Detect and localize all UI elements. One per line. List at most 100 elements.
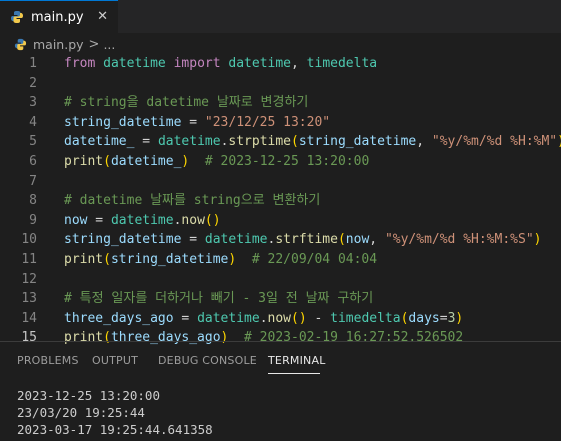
tab-main-py[interactable]: main.py ✕ [0, 0, 118, 33]
code-line[interactable]: 11 print(string_datetime) # 22/09/04 04:0… [0, 250, 561, 269]
code-token: = [87, 212, 111, 228]
line-number: 5 [29, 134, 37, 150]
code-token: , [416, 134, 432, 150]
tab-terminal[interactable]: TERMINAL [268, 354, 326, 367]
line-number: 14 [21, 310, 37, 326]
breadcrumb-more[interactable]: ... [103, 37, 115, 52]
line-number: 13 [21, 291, 37, 307]
code-line[interactable]: 9 now = datetime.now() [0, 211, 561, 230]
code-line[interactable]: 3 # string을 datetime 날짜로 변경하기 [0, 93, 561, 112]
code-line[interactable]: 12 [0, 270, 561, 289]
code-text: print(string_datetime) # 22/09/04 04:04 [64, 250, 377, 269]
code-token: datetime_ [110, 154, 182, 169]
code-editor[interactable]: 1 from datetime import datetime, timedelt… [0, 54, 561, 345]
line-number: 12 [21, 271, 37, 287]
breadcrumb: main.py > ... [0, 33, 561, 55]
line-number: 4 [29, 114, 37, 130]
line-number: 6 [29, 154, 37, 169]
line-number: 10 [21, 232, 37, 248]
code-text: print(datetime_) # 2023-12-25 13:20:00 [64, 152, 369, 171]
code-line[interactable]: 1 from datetime import datetime, timedelt… [0, 54, 561, 73]
code-token: now [181, 212, 205, 228]
code-token: ( [103, 252, 111, 267]
code-line[interactable]: 2 [0, 74, 561, 93]
code-line[interactable]: 8 # datetime 날짜를 string으로 변환하기 [0, 191, 561, 210]
code-token: "%y/%m/%d %H:%M:%S" [384, 232, 534, 248]
line-number: 1 [29, 56, 37, 71]
code-text: string_datetime = datetime.strftime(now,… [64, 230, 541, 249]
terminal-line: 23/03/20 19:25:44 [17, 405, 145, 420]
code-token: # string을 datetime 날짜로 변경하기 [64, 95, 309, 111]
code-token: . [259, 310, 268, 326]
code-token: timedelta [306, 56, 378, 71]
code-token: () [291, 310, 307, 326]
code-token: string_datetime [110, 252, 229, 267]
code-line[interactable]: 5 datetime_ = datetime.strptime(string_da… [0, 132, 561, 151]
code-text: from datetime import datetime, timedelta [64, 54, 377, 73]
code-token: # 2023-12-25 13:20:00 [204, 154, 370, 169]
code-token: ( [103, 154, 111, 169]
panel-tab-bar: PROBLEMS OUTPUT DEBUG CONSOLE TERMINAL [0, 342, 561, 376]
breadcrumb-file[interactable]: main.py [33, 37, 84, 52]
code-line[interactable]: 4 string_datetime = "23/12/25 13:20" [0, 113, 561, 132]
terminal-line: 2023-12-25 13:20:00 [17, 388, 160, 403]
code-token: datetime [110, 212, 174, 228]
code-token: "%y/%m/%d %H:%M" [431, 134, 558, 150]
code-token: from [64, 56, 96, 71]
tab-problems[interactable]: PROBLEMS [17, 354, 79, 367]
code-token: # 22/09/04 04:04 [251, 252, 378, 267]
code-token: string_datetime [64, 232, 182, 248]
code-token: ) [557, 134, 561, 149]
code-token: = [134, 134, 158, 150]
tab-debug-console[interactable]: DEBUG CONSOLE [158, 354, 257, 367]
code-text: three_days_ago = datetime.now() - timede… [64, 309, 463, 328]
terminal-line: 2023-03-17 19:25:44.641358 [17, 422, 213, 437]
code-line[interactable]: 6 print(datetime_) # 2023-12-25 13:20:00 [0, 152, 561, 171]
tab-output[interactable]: OUTPUT [92, 354, 138, 367]
code-token: datetime_ [64, 134, 135, 150]
code-token: string_datetime [64, 114, 182, 130]
code-token: three_days_ago [64, 310, 174, 326]
code-text: # datetime 날짜를 string으로 변환하기 [64, 191, 320, 210]
code-line[interactable]: 10 string_datetime = datetime.strftime(no… [0, 230, 561, 249]
code-text: # string을 datetime 날짜로 변경하기 [64, 93, 308, 112]
code-token: , [369, 232, 385, 248]
line-number: 3 [29, 95, 37, 111]
code-token: ( [337, 232, 346, 248]
code-token: , [291, 56, 307, 71]
editor-tab-bar: main.py ✕ [0, 0, 561, 33]
line-number: 9 [29, 212, 37, 228]
tab-label: main.py [31, 9, 84, 25]
close-icon[interactable]: ✕ [97, 9, 108, 25]
code-token: datetime [228, 56, 292, 71]
line-number: 11 [21, 252, 37, 267]
code-line[interactable]: 13 # 특정 일자를 더하거나 빼기 - 3일 전 날짜 구하기 [0, 289, 561, 308]
line-number: 8 [29, 193, 37, 209]
code-token: datetime [204, 232, 268, 248]
line-number: 7 [29, 173, 37, 189]
code-token: now [64, 212, 88, 228]
code-token: timedelta [330, 310, 401, 326]
code-text: datetime_ = datetime.strptime(string_dat… [64, 132, 561, 151]
code-token: # datetime 날짜를 string으로 변환하기 [64, 193, 321, 209]
code-token: ) [455, 310, 464, 326]
code-token: = [173, 310, 198, 326]
code-token: now [267, 310, 291, 326]
code-token: print [64, 154, 104, 169]
code-token: days [408, 310, 440, 326]
python-icon [10, 10, 24, 24]
active-tab-indicator [268, 373, 320, 374]
code-line[interactable]: 14 three_days_ago = datetime.now() - time… [0, 309, 561, 328]
code-token: # 특정 일자를 더하거나 빼기 - 3일 전 날짜 구하기 [64, 291, 374, 307]
code-token: print [64, 252, 104, 267]
code-token: datetime [157, 134, 221, 150]
code-line[interactable]: 7 [0, 172, 561, 191]
code-token: now [345, 232, 370, 248]
code-token: = [181, 232, 205, 248]
code-token: ( [291, 134, 299, 150]
code-token: = [181, 114, 205, 130]
code-text: string_datetime = "23/12/25 13:20" [64, 113, 330, 132]
code-token: string_datetime [298, 134, 417, 150]
